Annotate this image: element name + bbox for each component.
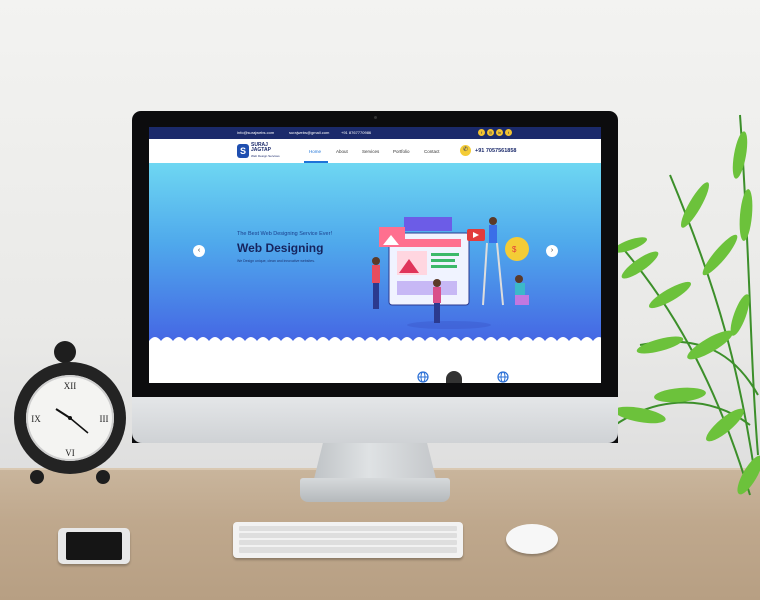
nav-contact[interactable]: Contact	[424, 149, 440, 154]
topbar-email-1[interactable]: info@surajwebs.com	[237, 130, 274, 135]
svg-text:IX: IX	[31, 414, 41, 424]
brand-tagline: Web Design Services	[251, 154, 280, 158]
clock-foot-left	[30, 470, 44, 484]
nav-phone-number[interactable]: +91 7057561858	[475, 148, 516, 154]
website-navbar: S SURAJ JAGTAP Web Design Services Home …	[149, 139, 601, 164]
topbar-email-2[interactable]: surajwebs@gmail.com	[289, 130, 329, 135]
globe-icon	[417, 371, 429, 383]
hero-title: Web Designing	[237, 241, 324, 255]
facebook-icon[interactable]: f	[478, 129, 485, 136]
monitor-chin	[132, 397, 618, 443]
brand-name-line2: JAGTAP	[251, 147, 271, 153]
website-topbar: info@surajwebs.com surajwebs@gmail.com +…	[149, 127, 601, 139]
clock-bell	[54, 341, 76, 363]
hero-description: We Design unique, clean and innovative w…	[237, 259, 315, 263]
linkedin-icon[interactable]: in	[496, 129, 503, 136]
nav-about[interactable]: About	[336, 149, 348, 154]
nav-services[interactable]: Services	[362, 149, 379, 154]
hero-banner: $ The Best Web Designing Service Ever! W…	[149, 163, 601, 341]
brand-logo-icon[interactable]: S	[237, 144, 249, 158]
instagram-icon[interactable]: ◎	[487, 129, 494, 136]
clock-foot-right	[96, 470, 110, 484]
clock-hands: XII III VI IX	[31, 381, 109, 458]
slider-next-button[interactable]: ›	[546, 245, 558, 257]
content-section	[149, 341, 601, 383]
smartphone-screen	[66, 532, 122, 560]
keyboard-keys	[239, 526, 457, 553]
web-design-illustration: $	[372, 217, 529, 329]
fern-plant	[612, 114, 760, 496]
keyboard	[233, 522, 463, 558]
monitor-stand	[313, 443, 437, 483]
svg-text:$: $	[512, 245, 517, 254]
twitter-icon[interactable]: t	[505, 129, 512, 136]
topbar-phone[interactable]: +91 8767770986	[341, 130, 371, 135]
monitor-base	[300, 478, 450, 502]
avatar	[446, 371, 462, 383]
monitor-screen: info@surajwebs.com surajwebs@gmail.com +…	[149, 127, 601, 383]
webcam	[374, 116, 377, 119]
nav-portfolio[interactable]: Portfolio	[393, 149, 410, 154]
svg-text:XII: XII	[64, 381, 77, 391]
nav-home[interactable]: Home	[309, 149, 321, 154]
brand-name[interactable]: SURAJ JAGTAP	[251, 143, 271, 153]
slider-prev-button[interactable]: ‹	[193, 245, 205, 257]
globe-icon	[497, 371, 509, 383]
social-links: f ◎ in t	[478, 129, 512, 136]
phone-icon: ✆	[460, 145, 471, 156]
hero-subtitle: The Best Web Designing Service Ever!	[237, 231, 332, 237]
svg-text:VI: VI	[65, 448, 75, 458]
svg-text:III: III	[100, 414, 109, 424]
mouse	[506, 524, 558, 554]
